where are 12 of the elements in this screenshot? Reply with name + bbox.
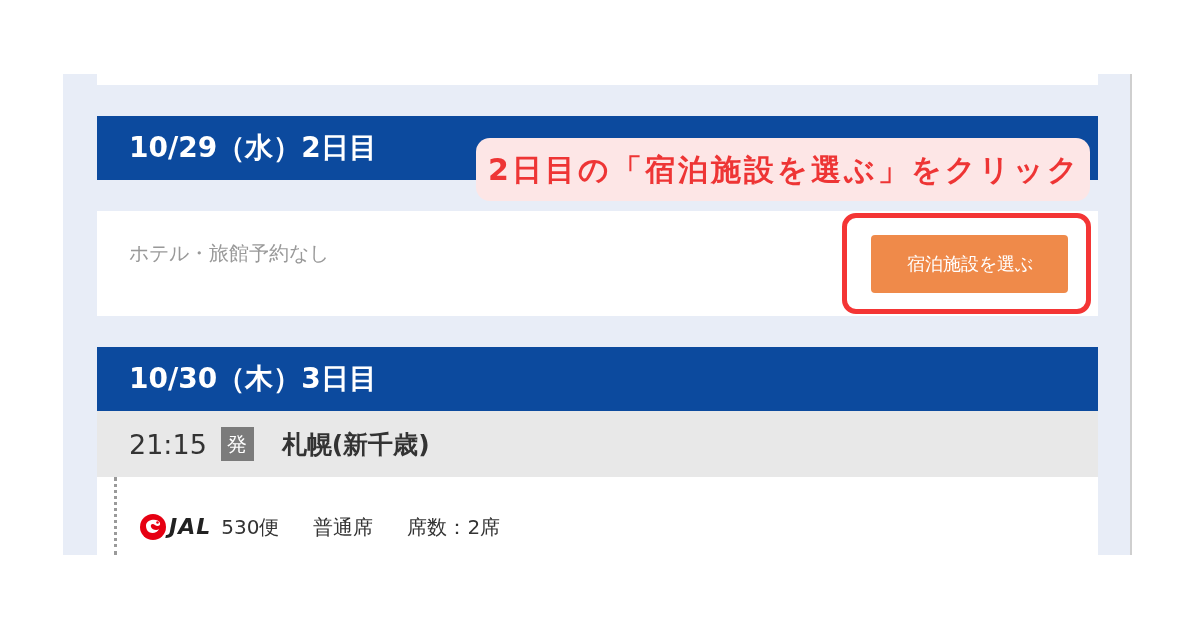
departure-place: 札幌(新千歳) xyxy=(281,431,430,457)
select-accommodation-button[interactable]: 宿泊施設を選ぶ xyxy=(871,235,1068,293)
annotation-callout: 2日目の「宿泊施設を選ぶ」をクリック xyxy=(476,138,1090,201)
seat-count: 席数：2席 xyxy=(407,517,501,537)
departure-time: 21:15 xyxy=(129,430,207,458)
logo-icon xyxy=(140,514,166,540)
day-title: 10/29（水）2日目 xyxy=(129,134,377,162)
seat-class: 普通席 xyxy=(313,517,374,537)
flight-number: 530便 xyxy=(221,517,280,537)
day-title: 10/30（木）3日目 xyxy=(129,365,377,393)
departure-tag: 発 xyxy=(220,427,254,461)
accommodation-status: ホテル・旅館予約なし xyxy=(129,240,329,267)
